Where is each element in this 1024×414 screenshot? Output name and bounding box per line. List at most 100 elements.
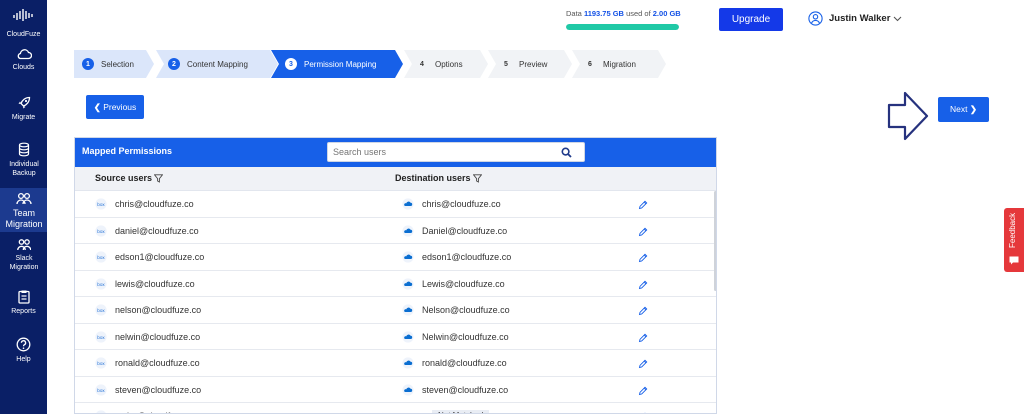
search-icon[interactable] bbox=[561, 147, 572, 158]
edit-pencil-icon[interactable] bbox=[638, 306, 648, 316]
box-logo-icon: box bbox=[95, 251, 107, 263]
chevron-left-icon: ❮ bbox=[93, 101, 101, 112]
step-label: Selection bbox=[101, 59, 134, 69]
onedrive-logo-icon bbox=[402, 383, 414, 396]
step-content-mapping[interactable]: 2 Content Mapping bbox=[156, 50, 278, 78]
destination-user-cell: ronald@cloudfuze.co bbox=[402, 357, 507, 369]
destination-user-email: Nelson@cloudfuze.co bbox=[422, 305, 510, 315]
edit-mapping-button[interactable] bbox=[638, 224, 648, 242]
step-preview[interactable]: 5 Preview bbox=[488, 50, 572, 78]
quota-prefix: Data bbox=[566, 9, 582, 18]
step-number: 2 bbox=[168, 58, 180, 70]
box-logo-icon: box bbox=[95, 383, 107, 396]
step-label: Options bbox=[435, 59, 463, 69]
user-avatar-icon bbox=[808, 11, 823, 26]
step-number: 4 bbox=[420, 60, 424, 68]
table-body: box chris@cloudfuze.co chris@cloudfuze.co b… bbox=[75, 191, 716, 413]
sidebar-item-migrate[interactable]: Migrate bbox=[0, 96, 47, 122]
filter-icon[interactable] bbox=[154, 173, 164, 183]
edit-mapping-button[interactable] bbox=[638, 409, 648, 413]
svg-text:box: box bbox=[97, 255, 105, 260]
upgrade-button[interactable]: Upgrade bbox=[719, 8, 783, 31]
onedrive-logo-icon bbox=[402, 251, 414, 263]
sidebar-item-team-migration[interactable]: Team Migration bbox=[0, 188, 47, 232]
cloudfuze-logo-icon bbox=[12, 9, 33, 21]
feedback-tab[interactable]: Feedback bbox=[1004, 208, 1024, 272]
panel-title: Mapped Permissions bbox=[82, 146, 173, 156]
migration-stepper: 1 Selection 2 Content Mapping 3 Permissi… bbox=[74, 50, 666, 78]
edit-pencil-icon[interactable] bbox=[638, 253, 648, 263]
box-logo-icon: box bbox=[96, 410, 106, 413]
logo-text: CloudFuze bbox=[6, 31, 41, 38]
edit-pencil-icon[interactable] bbox=[638, 359, 648, 369]
destination-user-email: Nelwin@cloudfuze.co bbox=[422, 331, 509, 342]
sidebar-item-reports[interactable]: Reports bbox=[0, 290, 47, 316]
table-row: box ronald@cloudfuze.co ronald@cloudfuze.c… bbox=[75, 350, 716, 377]
destination-user-cell: Daniel@cloudfuze.co bbox=[402, 224, 508, 237]
onedrive-logo-icon bbox=[402, 277, 414, 290]
edit-mapping-button[interactable] bbox=[638, 330, 648, 348]
status-badge: Not Matched bbox=[432, 410, 490, 413]
sidebar-label-clouds: Clouds bbox=[12, 64, 35, 71]
edit-mapping-button[interactable] bbox=[638, 383, 648, 401]
next-button[interactable]: Next ❯ bbox=[938, 97, 989, 122]
filter-icon[interactable] bbox=[472, 173, 482, 183]
svg-text:box: box bbox=[97, 228, 105, 233]
destination-user-email: Daniel@cloudfuze.co bbox=[422, 225, 508, 236]
table-row: boxtaylor@cloudfuze.co Not Matched bbox=[75, 403, 716, 413]
step-options[interactable]: 4 Options bbox=[404, 50, 488, 78]
table-row: box nelwin@cloudfuze.co Nelwin@cloudfuze.c… bbox=[75, 324, 716, 350]
onedrive-logo-icon bbox=[402, 224, 414, 237]
source-user-cell: box nelwin@cloudfuze.co bbox=[95, 330, 200, 343]
svg-text:box: box bbox=[97, 308, 105, 313]
source-user-cell: box daniel@cloudfuze.co bbox=[95, 224, 199, 237]
onedrive-logo-icon bbox=[402, 357, 414, 369]
table-scrollbar[interactable] bbox=[714, 191, 716, 291]
box-logo-icon: box bbox=[95, 330, 107, 343]
quota-total: 2.00 GB bbox=[652, 9, 681, 18]
step-permission-mapping[interactable]: 3 Permission Mapping bbox=[271, 50, 403, 78]
col-destination-label: Destination users bbox=[395, 173, 471, 183]
edit-pencil-icon[interactable] bbox=[638, 227, 648, 237]
destination-user-cell: Lewis@cloudfuze.co bbox=[402, 277, 505, 290]
arrow-right-hint-icon bbox=[887, 91, 929, 141]
sidebar-logo[interactable]: CloudFuze bbox=[0, 8, 47, 38]
sidebar-item-clouds[interactable]: Clouds bbox=[0, 48, 47, 72]
edit-mapping-button[interactable] bbox=[638, 277, 648, 295]
edit-mapping-button[interactable] bbox=[638, 197, 648, 215]
user-menu[interactable]: Justin Walker bbox=[808, 11, 902, 26]
edit-pencil-icon[interactable] bbox=[638, 280, 648, 290]
source-user-cell: boxtaylor@cloudfuze.co bbox=[95, 410, 197, 413]
edit-mapping-button[interactable] bbox=[638, 303, 648, 321]
sidebar-item-individual-backup[interactable]: Individual Backup bbox=[0, 142, 47, 178]
edit-mapping-button[interactable] bbox=[638, 250, 648, 268]
edit-pencil-icon[interactable] bbox=[638, 386, 648, 396]
quota-mid: used of bbox=[626, 9, 651, 18]
users-icon bbox=[16, 239, 31, 251]
previous-button[interactable]: ❮ Previous bbox=[86, 95, 144, 119]
sidebar-label-individual-backup: Individual Backup bbox=[9, 161, 39, 177]
step-number: 1 bbox=[82, 58, 94, 70]
sidebar-item-help[interactable]: Help bbox=[0, 337, 47, 364]
box-logo-icon: box bbox=[95, 304, 107, 316]
svg-text:box: box bbox=[97, 387, 105, 392]
sidebar-item-slack-migration[interactable]: Slack Migration bbox=[0, 238, 47, 272]
step-selection[interactable]: 1 Selection bbox=[74, 50, 154, 78]
step-number: 6 bbox=[588, 60, 592, 68]
box-logo-icon: box bbox=[95, 224, 107, 237]
step-number: 5 bbox=[504, 60, 508, 68]
edit-pencil-icon[interactable] bbox=[638, 333, 648, 343]
edit-mapping-button[interactable] bbox=[638, 356, 648, 374]
table-row: box edson1@cloudfuze.co edson1@cloudfuze.c… bbox=[75, 244, 716, 271]
source-user-cell: box lewis@cloudfuze.co bbox=[95, 277, 195, 290]
edit-pencil-icon[interactable] bbox=[638, 200, 648, 210]
sidebar-label-slack-migration: Slack Migration bbox=[9, 255, 39, 271]
destination-user-cell: Nelson@cloudfuze.co bbox=[402, 304, 510, 316]
step-migration[interactable]: 6 Migration bbox=[572, 50, 666, 78]
cloud-icon bbox=[17, 49, 32, 60]
search-input[interactable] bbox=[328, 143, 556, 161]
step-label: Preview bbox=[519, 59, 548, 69]
destination-user-cell: steven@cloudfuze.co bbox=[402, 383, 508, 396]
team-icon bbox=[15, 192, 32, 205]
quota-used: 1193.75 GB bbox=[583, 9, 624, 18]
